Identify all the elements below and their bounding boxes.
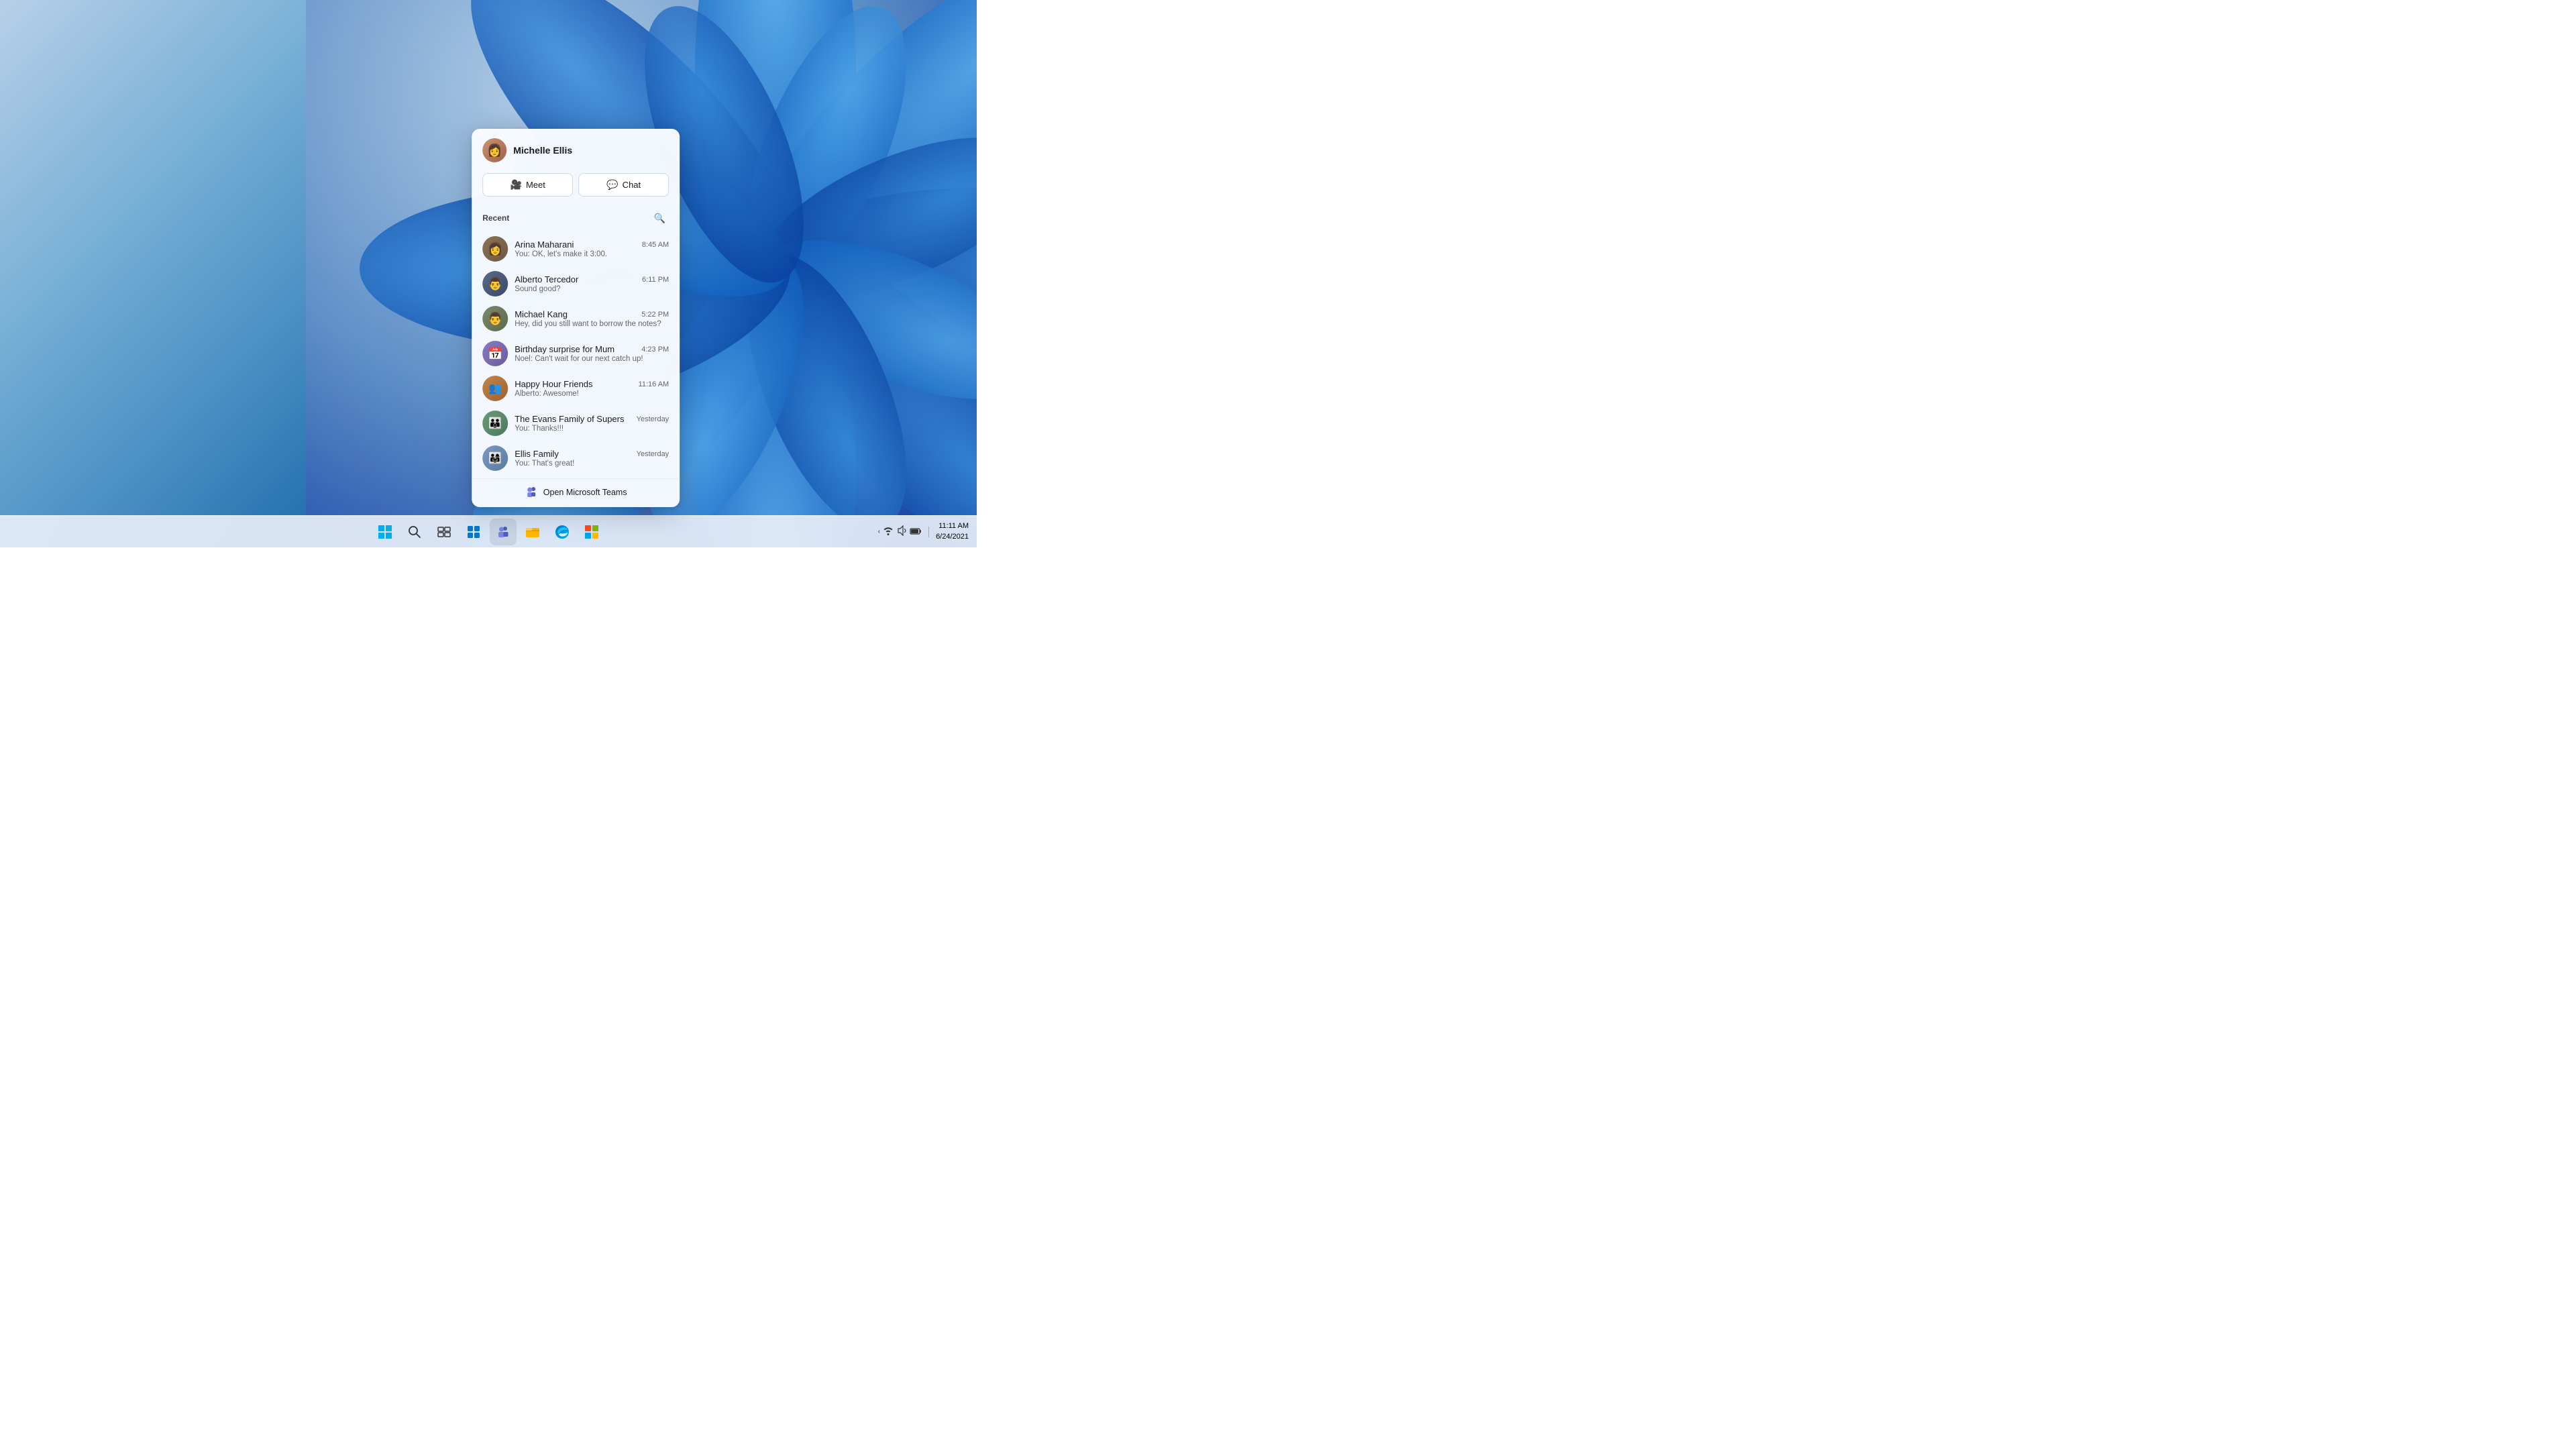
chat-item-arina[interactable]: 👩 Arina Maharani 8:45 AM You: OK, let's … [472, 231, 680, 266]
taskbar-center [372, 519, 605, 545]
systray-icons: ‹ [878, 525, 922, 538]
widgets-button[interactable] [460, 519, 487, 545]
video-icon: 🎥 [511, 179, 522, 191]
chat-list: 👩 Arina Maharani 8:45 AM You: OK, let's … [472, 230, 680, 477]
chat-preview-evans: You: Thanks!!! [515, 425, 669, 433]
chat-panel: 👩 Michelle Ellis 🎥 Meet 💬 Chat Recent 🔍 [472, 129, 680, 507]
search-button[interactable]: 🔍 [650, 209, 669, 227]
chat-preview-alberto: Sound good? [515, 285, 669, 293]
open-teams-footer[interactable]: Open Microsoft Teams [472, 478, 680, 507]
systray-divider [928, 527, 929, 537]
chat-time-evans: Yesterday [637, 415, 669, 423]
recent-header: Recent 🔍 [472, 205, 680, 230]
chat-preview-ellis: You: That's great! [515, 460, 669, 468]
teams-chat-taskbar-button[interactable] [490, 519, 517, 545]
desktop: 👩 Michelle Ellis 🎥 Meet 💬 Chat Recent 🔍 [0, 0, 977, 547]
chat-info-ellis: Ellis Family Yesterday You: That's great… [515, 449, 669, 468]
chat-item-alberto[interactable]: 👨 Alberto Tercedor 6:11 PM Sound good? [472, 266, 680, 301]
chat-time-alberto: 6:11 PM [642, 276, 669, 284]
contact-name-birthday: Birthday surprise for Mum [515, 344, 614, 354]
contact-name-alberto: Alberto Tercedor [515, 274, 578, 284]
chat-item-michael[interactable]: 👨 Michael Kang 5:22 PM Hey, did you stil… [472, 301, 680, 336]
battery-icon [910, 527, 922, 537]
edge-browser-button[interactable] [549, 519, 576, 545]
chat-item-ellis[interactable]: 👨‍👩‍👧 Ellis Family Yesterday You: That's… [472, 441, 680, 476]
file-explorer-button[interactable] [519, 519, 546, 545]
taskbar-right: ‹ 11:11 AM 6/24/2021 [878, 521, 977, 542]
contact-name-arina: Arina Maharani [515, 239, 574, 250]
date-display: 6/24/2021 [936, 532, 969, 542]
avatar-michael: 👨 [482, 306, 508, 331]
chat-info-evans: The Evans Family of Supers Yesterday You… [515, 414, 669, 433]
contact-name-michael: Michael Kang [515, 309, 568, 319]
chat-button[interactable]: 💬 Chat [578, 173, 669, 197]
avatar-alberto: 👨 [482, 271, 508, 297]
chat-preview-birthday: Noel: Can't wait for our next catch up! [515, 355, 669, 363]
teams-logo-icon [525, 486, 538, 499]
contact-name-ellis: Ellis Family [515, 449, 559, 459]
recent-label: Recent [482, 213, 509, 223]
user-name: Michelle Ellis [513, 145, 572, 156]
avatar-happy: 👥 [482, 376, 508, 401]
time-display: 11:11 AM [936, 521, 969, 531]
chat-time-happy: 11:16 AM [639, 380, 669, 388]
avatar-ellis: 👨‍👩‍👧 [482, 445, 508, 471]
user-avatar: 👩 [482, 138, 506, 162]
task-view-button[interactable] [431, 519, 458, 545]
chat-info-birthday: Birthday surprise for Mum 4:23 PM Noel: … [515, 344, 669, 363]
panel-header: 👩 Michelle Ellis [472, 129, 680, 169]
chat-preview-happy: Alberto: Awesome! [515, 390, 669, 398]
chat-time-michael: 5:22 PM [641, 311, 669, 319]
chat-time-arina: 8:45 AM [642, 241, 669, 249]
chat-preview-michael: Hey, did you still want to borrow the no… [515, 320, 669, 328]
chat-item-evans[interactable]: 👪 The Evans Family of Supers Yesterday Y… [472, 406, 680, 441]
taskbar: ‹ 11:11 AM 6/24/2021 [0, 515, 977, 547]
avatar-birthday: 📅 [482, 341, 508, 366]
contact-name-happy: Happy Hour Friends [515, 379, 592, 389]
chat-item-birthday[interactable]: 📅 Birthday surprise for Mum 4:23 PM Noel… [472, 336, 680, 371]
store-button[interactable] [578, 519, 605, 545]
clock[interactable]: 11:11 AM 6/24/2021 [936, 521, 969, 542]
contact-name-evans: The Evans Family of Supers [515, 414, 624, 424]
open-teams-label: Open Microsoft Teams [543, 488, 627, 497]
avatar-arina: 👩 [482, 236, 508, 262]
meet-button[interactable]: 🎥 Meet [482, 173, 573, 197]
avatar-evans: 👪 [482, 411, 508, 436]
chat-info-alberto: Alberto Tercedor 6:11 PM Sound good? [515, 274, 669, 293]
action-buttons: 🎥 Meet 💬 Chat [472, 169, 680, 205]
chat-icon: 💬 [606, 179, 618, 191]
search-icon: 🔍 [653, 213, 665, 224]
start-button[interactable] [372, 519, 398, 545]
search-taskbar-button[interactable] [401, 519, 428, 545]
wifi-icon [883, 525, 894, 538]
chat-item-happy[interactable]: 👥 Happy Hour Friends 11:16 AM Alberto: A… [472, 371, 680, 406]
chat-preview-arina: You: OK, let's make it 3:00. [515, 250, 669, 258]
chat-time-birthday: 4:23 PM [641, 345, 669, 354]
chat-info-happy: Happy Hour Friends 11:16 AM Alberto: Awe… [515, 379, 669, 398]
chevron-icon[interactable]: ‹ [878, 528, 880, 535]
chat-info-arina: Arina Maharani 8:45 AM You: OK, let's ma… [515, 239, 669, 258]
chat-time-ellis: Yesterday [637, 450, 669, 458]
chat-info-michael: Michael Kang 5:22 PM Hey, did you still … [515, 309, 669, 328]
speaker-icon [896, 525, 907, 538]
